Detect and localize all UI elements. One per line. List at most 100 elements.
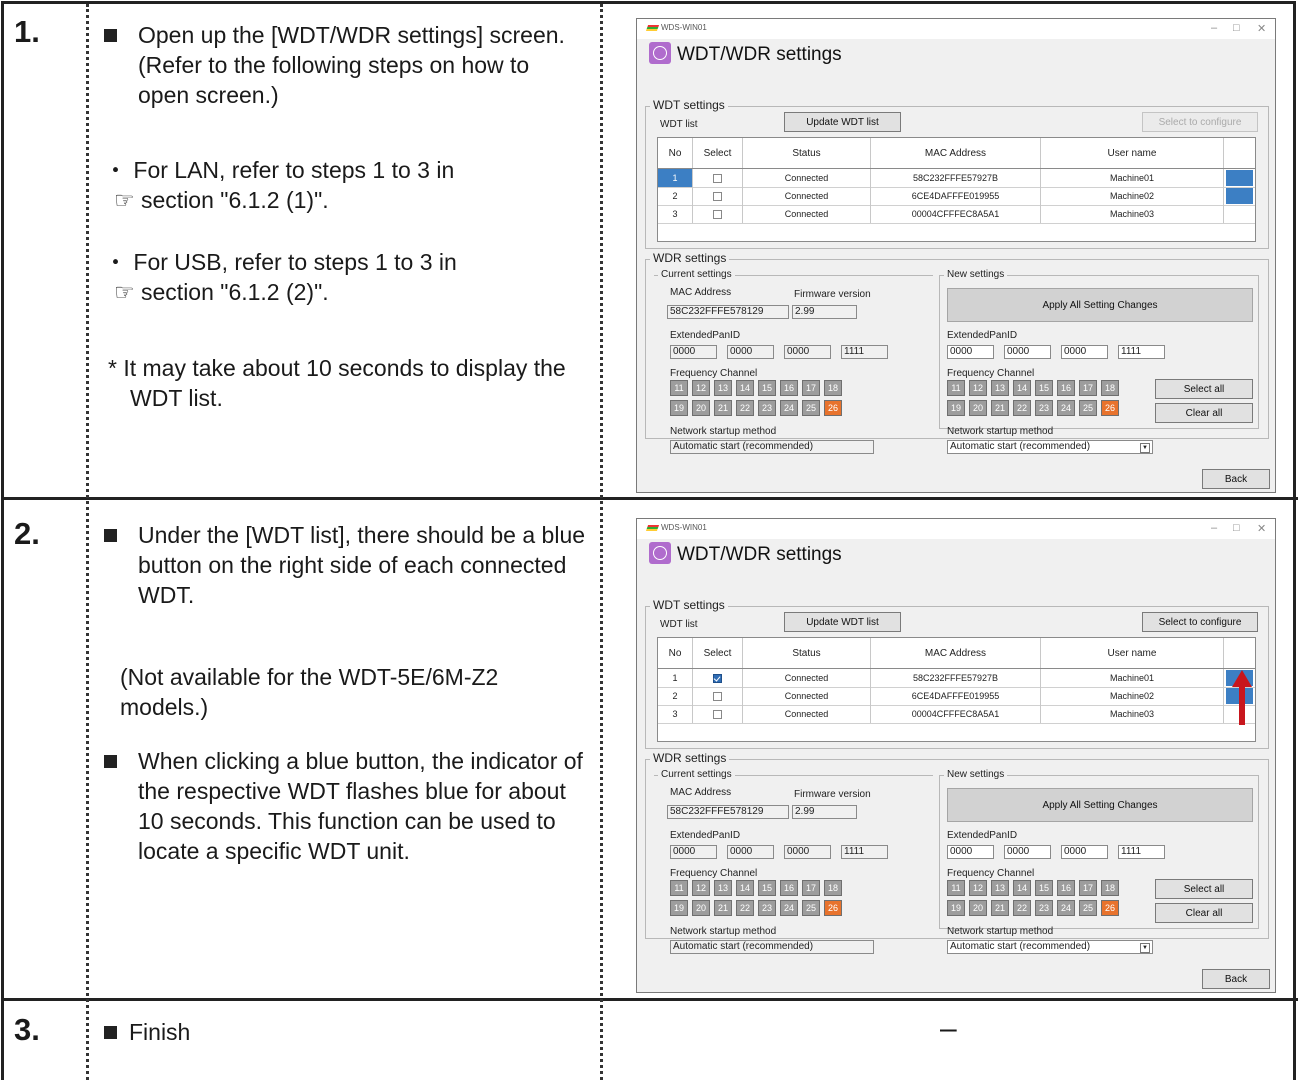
user-name-cell: Machine01 bbox=[1041, 669, 1224, 687]
locate-wdt-button[interactable] bbox=[1226, 188, 1253, 204]
clear-all-button[interactable]: Clear all bbox=[1155, 903, 1253, 923]
channel-13-button[interactable]: 13 bbox=[991, 880, 1009, 896]
table-row[interactable]: 3 Connected 00004CFFFEC8A5A1 Machine03 bbox=[658, 205, 1255, 224]
table-row[interactable]: 1 Connected 58C232FFFE57927B Machine01 bbox=[658, 669, 1255, 688]
channel-16-button[interactable]: 16 bbox=[1057, 880, 1075, 896]
window-heading: WDT/WDR settings bbox=[649, 542, 842, 566]
extended-panid-field[interactable]: 0000 bbox=[947, 345, 994, 359]
back-button[interactable]: Back bbox=[1202, 969, 1270, 989]
channel-14-button: 14 bbox=[736, 380, 754, 396]
select-checkbox[interactable] bbox=[713, 673, 722, 683]
update-wdt-list-button[interactable]: Update WDT list bbox=[784, 612, 901, 632]
network-startup-field: Automatic start (recommended) bbox=[670, 940, 874, 954]
close-icon[interactable]: ✕ bbox=[1257, 22, 1266, 35]
channel-20-button[interactable]: 20 bbox=[969, 400, 987, 416]
channel-25-button[interactable]: 25 bbox=[1079, 400, 1097, 416]
chevron-down-icon[interactable]: ▼ bbox=[1140, 943, 1150, 953]
channel-25-button[interactable]: 25 bbox=[1079, 900, 1097, 916]
select-checkbox[interactable] bbox=[713, 209, 722, 219]
channel-11-button: 11 bbox=[670, 380, 688, 396]
channel-21-button[interactable]: 21 bbox=[991, 400, 1009, 416]
extended-panid-field[interactable]: 0000 bbox=[1061, 345, 1108, 359]
select-to-configure-button[interactable]: Select to configure bbox=[1142, 612, 1258, 632]
status-cell: Connected bbox=[743, 187, 871, 205]
extended-panid-field[interactable]: 0000 bbox=[1004, 345, 1051, 359]
back-button[interactable]: Back bbox=[1202, 469, 1270, 489]
apply-all-setting-changes-button[interactable]: Apply All Setting Changes bbox=[947, 288, 1253, 322]
status-cell: Connected bbox=[743, 687, 871, 705]
channel-13-button[interactable]: 13 bbox=[991, 380, 1009, 396]
select-checkbox[interactable] bbox=[713, 709, 722, 719]
group-label: WDT settings bbox=[650, 598, 728, 612]
extended-panid-label: ExtendedPanID bbox=[947, 330, 1018, 341]
table-row[interactable]: 2 Connected 6CE4DAFFFE019955 Machine02 bbox=[658, 187, 1255, 206]
row-number: 1 bbox=[658, 169, 693, 187]
table-row[interactable]: 2 Connected 6CE4DAFFFE019955 Machine02 bbox=[658, 687, 1255, 706]
select-checkbox[interactable] bbox=[713, 691, 722, 701]
channel-22-button[interactable]: 22 bbox=[1013, 400, 1031, 416]
apply-all-setting-changes-button[interactable]: Apply All Setting Changes bbox=[947, 788, 1253, 822]
channel-22-button[interactable]: 22 bbox=[1013, 900, 1031, 916]
extended-panid-field[interactable]: 0000 bbox=[1061, 845, 1108, 859]
channel-18-button[interactable]: 18 bbox=[1101, 380, 1119, 396]
maximize-icon[interactable]: □ bbox=[1233, 522, 1240, 534]
square-bullet-icon bbox=[104, 755, 117, 768]
channel-17-button[interactable]: 17 bbox=[1079, 380, 1097, 396]
channel-19-button[interactable]: 19 bbox=[947, 900, 965, 916]
column-header: Select bbox=[693, 638, 743, 668]
locate-wdt-button[interactable] bbox=[1226, 170, 1253, 186]
maximize-icon[interactable]: □ bbox=[1233, 22, 1240, 34]
square-bullet-icon bbox=[104, 1026, 117, 1039]
chevron-down-icon[interactable]: ▼ bbox=[1140, 443, 1150, 453]
channel-24-button[interactable]: 24 bbox=[1057, 900, 1075, 916]
network-startup-select[interactable]: Automatic start (recommended) ▼ bbox=[947, 440, 1153, 454]
table-header: No Select Status MAC Address User name bbox=[658, 138, 1255, 169]
select-cell bbox=[693, 169, 743, 187]
channel-26-button[interactable]: 26 bbox=[1101, 900, 1119, 916]
minimize-icon[interactable]: – bbox=[1211, 522, 1217, 534]
settings-logo-icon bbox=[649, 542, 671, 564]
clear-all-button[interactable]: Clear all bbox=[1155, 403, 1253, 423]
app-icon bbox=[645, 525, 660, 531]
channel-11-button[interactable]: 11 bbox=[947, 380, 965, 396]
channel-14-button[interactable]: 14 bbox=[1013, 380, 1031, 396]
table-row[interactable]: 3 Connected 00004CFFFEC8A5A1 Machine03 bbox=[658, 705, 1255, 724]
extended-panid-field[interactable]: 1111 bbox=[1118, 845, 1165, 859]
window-title: WDS-WIN01 bbox=[661, 23, 707, 32]
channel-19-button: 19 bbox=[670, 900, 688, 916]
extended-panid-field[interactable]: 0000 bbox=[947, 845, 994, 859]
square-bullet-icon bbox=[104, 529, 117, 542]
channel-15-button[interactable]: 15 bbox=[1035, 880, 1053, 896]
update-wdt-list-button[interactable]: Update WDT list bbox=[784, 112, 901, 132]
channel-16-button[interactable]: 16 bbox=[1057, 380, 1075, 396]
extended-panid-field[interactable]: 1111 bbox=[1118, 345, 1165, 359]
channel-14-button[interactable]: 14 bbox=[1013, 880, 1031, 896]
select-checkbox[interactable] bbox=[713, 191, 722, 201]
channel-11-button[interactable]: 11 bbox=[947, 880, 965, 896]
close-icon[interactable]: ✕ bbox=[1257, 522, 1266, 535]
channel-19-button[interactable]: 19 bbox=[947, 400, 965, 416]
channel-23-button[interactable]: 23 bbox=[1035, 400, 1053, 416]
up-arrow-icon bbox=[1232, 670, 1252, 725]
select-all-button[interactable]: Select all bbox=[1155, 379, 1253, 399]
channel-24-button: 24 bbox=[780, 400, 798, 416]
channel-23-button[interactable]: 23 bbox=[1035, 900, 1053, 916]
channel-13-button: 13 bbox=[714, 880, 732, 896]
select-to-configure-button[interactable]: Select to configure bbox=[1142, 112, 1258, 132]
network-startup-select[interactable]: Automatic start (recommended) ▼ bbox=[947, 940, 1153, 954]
channel-26-button[interactable]: 26 bbox=[1101, 400, 1119, 416]
extended-panid-field[interactable]: 0000 bbox=[1004, 845, 1051, 859]
channel-20-button[interactable]: 20 bbox=[969, 900, 987, 916]
table-row[interactable]: 1 Connected 58C232FFFE57927B Machine01 bbox=[658, 169, 1255, 188]
channel-15-button[interactable]: 15 bbox=[1035, 380, 1053, 396]
minimize-icon[interactable]: – bbox=[1211, 22, 1217, 34]
select-checkbox[interactable] bbox=[713, 173, 722, 183]
channel-17-button[interactable]: 17 bbox=[1079, 880, 1097, 896]
channel-18-button[interactable]: 18 bbox=[1101, 880, 1119, 896]
select-all-button[interactable]: Select all bbox=[1155, 879, 1253, 899]
channel-21-button[interactable]: 21 bbox=[991, 900, 1009, 916]
channel-24-button[interactable]: 24 bbox=[1057, 400, 1075, 416]
channel-12-button[interactable]: 12 bbox=[969, 880, 987, 896]
channel-12-button: 12 bbox=[692, 380, 710, 396]
channel-12-button[interactable]: 12 bbox=[969, 380, 987, 396]
